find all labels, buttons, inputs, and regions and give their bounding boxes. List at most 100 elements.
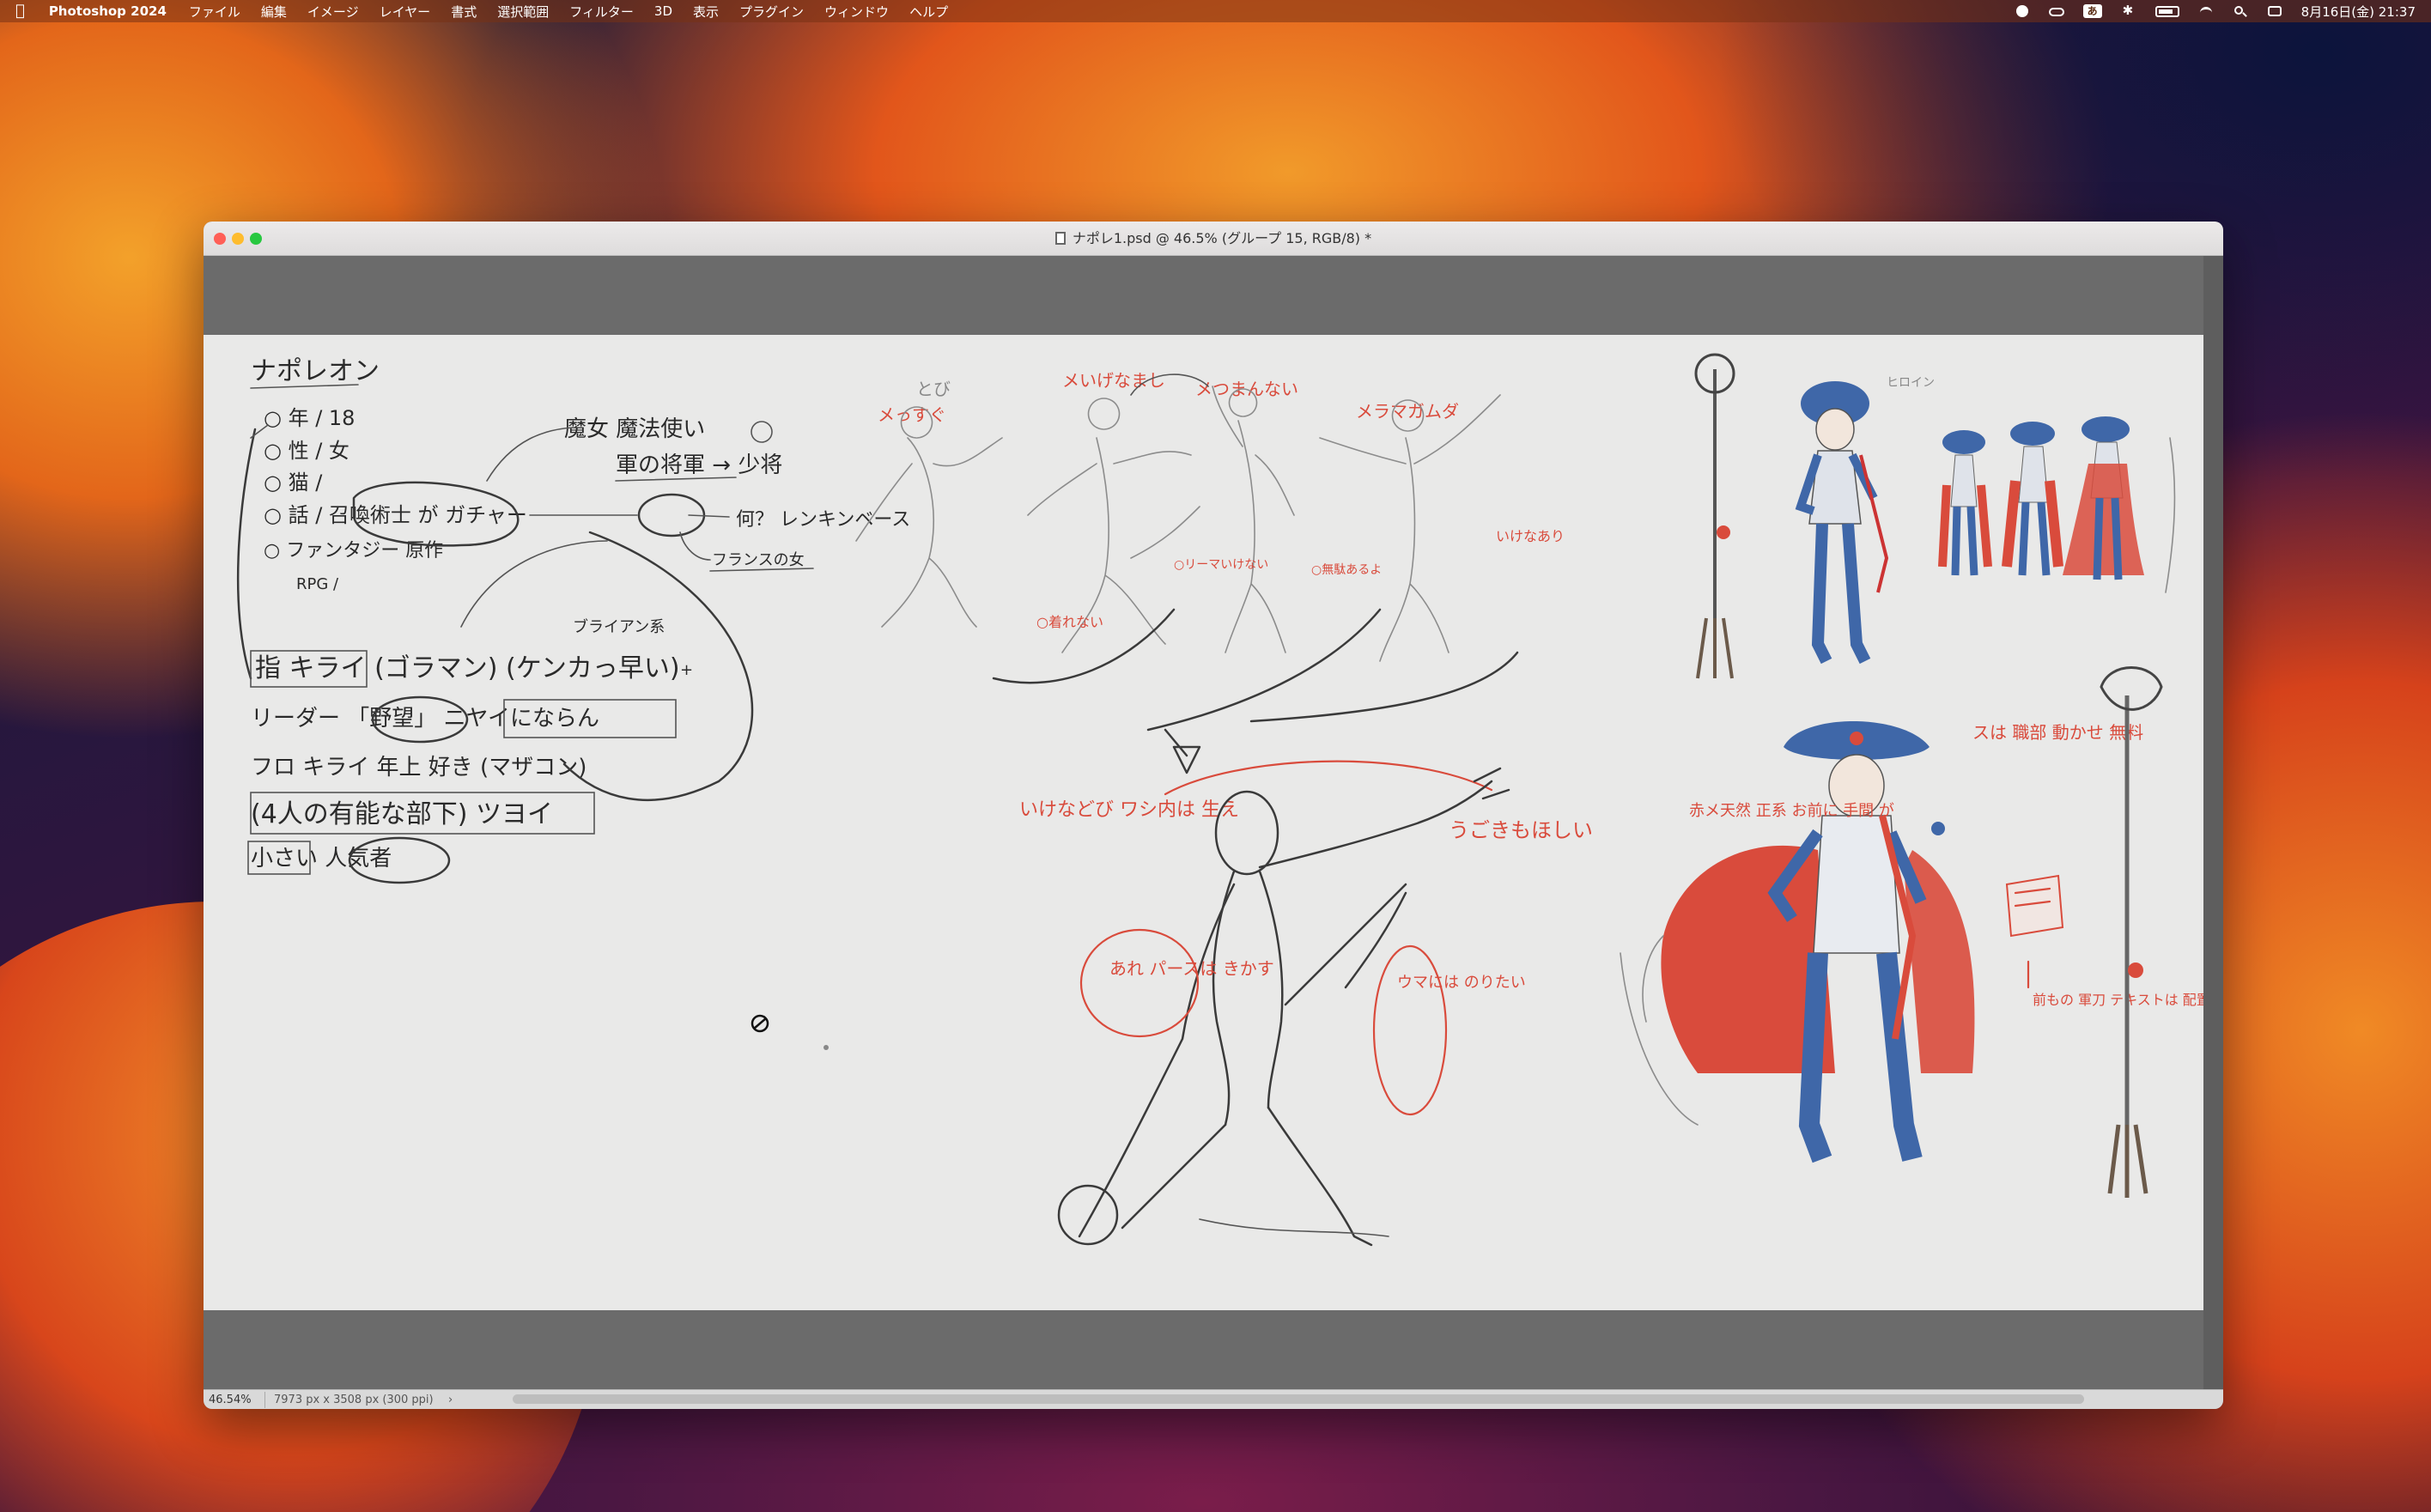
lineup-figures <box>1938 416 2176 593</box>
document-canvas[interactable]: .pen { fill: none; stroke: #3a3a3a; stro… <box>204 335 2203 1310</box>
staff-tassel-right <box>2107 1124 2148 1198</box>
document-title-text: ナポレ1.psd @ 46.5% (グループ 15, RGB/8) * <box>1072 230 1372 246</box>
menubar-clock[interactable]: 8月16日(金) 21:37 <box>2301 3 2416 21</box>
note-arrows <box>529 514 730 518</box>
note-block-1: 指 キライ (ゴラマン) (ケンカっ早い) <box>255 653 680 683</box>
screen-record-icon[interactable] <box>2015 5 2030 17</box>
note-link-france <box>679 531 711 561</box>
main-note-left: いけなどび ワシ内は 生え <box>1019 799 1239 821</box>
main-staff-line <box>1284 883 1407 1006</box>
menu-view[interactable]: 表示 <box>693 3 719 21</box>
char1-legs <box>1811 523 1871 665</box>
note-block-3: フロ キライ 年上 好き (マザコン) <box>251 755 586 780</box>
note-what: 何？ レンキンベース <box>736 509 910 531</box>
pose-figure-3 <box>1212 386 1295 653</box>
pasteboard-bottom <box>204 1310 2223 1389</box>
menu-layer[interactable]: レイヤー <box>380 3 431 21</box>
pose-thumbnails: メっすぐ とび メいげなまし メつまんない メラマガムダ ○着れない ○リーマい… <box>855 370 1565 774</box>
circle-note-right: ウマには のりたい <box>1397 974 1526 992</box>
note-small-circle <box>751 421 773 443</box>
thumb-note-a: ○着れない <box>1036 614 1103 630</box>
menu-type[interactable]: 書式 <box>451 3 477 21</box>
lineup1-hat <box>1942 430 1985 454</box>
main-red-circle-right <box>1372 944 1448 1116</box>
note-summon: ○ 話 / 召喚術士 が ガチャー <box>264 503 527 527</box>
notes-title: ナポレオン <box>251 356 380 386</box>
photoshop-document-window: ナポレ1.psd @ 46.5% (グループ 15, RGB/8) * .pen… <box>204 222 2223 1409</box>
staff-gem-right <box>2128 962 2143 978</box>
note-magic: 魔女 魔法使い <box>564 416 705 442</box>
note-line-3: ○ 猫 / <box>264 471 323 495</box>
bluetooth-icon[interactable] <box>2121 3 2136 18</box>
status-menu-arrow[interactable]: › <box>442 1394 459 1406</box>
staff-gem-top <box>1717 525 1730 539</box>
cursor-dot <box>824 1045 829 1050</box>
note-block-2: リーダー 「野望」 ニヤイにならん <box>251 706 599 732</box>
apple-menu-icon[interactable]:  <box>15 0 25 22</box>
lineup4-partial <box>2165 437 2176 593</box>
note-bracket-left <box>236 428 257 680</box>
arrow-from-pose-3 <box>1146 608 1382 732</box>
app-menu[interactable]: Photoshop 2024 <box>49 3 167 19</box>
spotlight-search-icon[interactable] <box>2233 5 2248 17</box>
note-sex: ○ 性 / 女 <box>264 439 349 463</box>
thumb-note-d: いけなあり <box>1496 528 1565 544</box>
main-red-arc <box>1164 760 1493 796</box>
note-small: ブライアン系 <box>573 617 665 636</box>
char1-note: ヒロイン <box>1887 376 1935 390</box>
note-block-4: (4人の有能な部下) ツヨイ <box>251 799 553 829</box>
char1-head <box>1815 408 1855 451</box>
note-link-magic <box>486 427 574 482</box>
horizontal-scrollbar[interactable] <box>513 1394 2084 1404</box>
lineup2-body <box>2018 446 2049 503</box>
status-area: あ 8月16日(金) 21:37 <box>2015 3 2416 21</box>
main-pose-sketch: いけなどび ワシ内は 生え うごきもほしい あれ パースは きかす ウマには の… <box>1019 760 1593 1247</box>
input-source-icon[interactable]: あ <box>2082 4 2102 18</box>
pose-label-2: メいげなまし <box>1062 370 1165 391</box>
control-center-icon[interactable] <box>2267 5 2282 17</box>
menu-image[interactable]: イメージ <box>307 3 359 21</box>
main-staff-orb <box>1057 1184 1119 1246</box>
menu-file[interactable]: ファイル <box>189 3 240 21</box>
lineup1-legs <box>1951 506 1978 576</box>
note-france: フランスの女 <box>712 551 805 569</box>
menu-window[interactable]: ウィンドウ <box>824 3 889 21</box>
lineup2-hat <box>2010 422 2055 446</box>
bigchar-note-right: スは 職部 動かせ 無料 <box>1972 722 2143 743</box>
bigchar-note-left: 赤メ天然 正系 お前に 手間 が <box>1689 802 1894 820</box>
menu-select[interactable]: 選択範囲 <box>497 3 549 21</box>
menu-help[interactable]: ヘルプ <box>909 3 948 21</box>
staff-head-right <box>2100 666 2163 711</box>
thumb-note-b: ○リーマいけない <box>1174 558 1268 572</box>
main-head <box>1214 790 1279 876</box>
document-title: ナポレ1.psd @ 46.5% (グループ 15, RGB/8) * <box>204 222 2223 256</box>
pose-label-to: とび <box>916 379 951 399</box>
menu-filter[interactable]: フィルター <box>569 3 634 21</box>
note-link-curve <box>460 540 608 628</box>
battery-icon[interactable] <box>2154 5 2179 17</box>
note-plus: + <box>680 661 693 679</box>
zoom-level-field[interactable]: 46.54% <box>204 1391 265 1408</box>
main-ground-line <box>1199 1218 1389 1237</box>
circle-note-left: あれ パースは きかす <box>1109 958 1274 979</box>
menu-3d[interactable]: 3D <box>654 3 672 19</box>
menu-plugins[interactable]: プラグイン <box>739 3 804 21</box>
note-block-5: 小さい 人気者 <box>251 846 392 871</box>
wifi-icon[interactable] <box>2198 5 2214 17</box>
document-info[interactable]: 7973 px x 3508 px (300 ppi) <box>265 1394 442 1406</box>
main-arm-staff <box>1078 883 1236 1238</box>
note-arrowhead <box>250 424 269 439</box>
arrow-from-pose-4 <box>1249 651 1519 723</box>
window-titlebar[interactable]: ナポレ1.psd @ 46.5% (グループ 15, RGB/8) * <box>204 222 2223 256</box>
psd-file-icon <box>1054 232 1066 245</box>
note-rpg: RPG / <box>296 575 339 593</box>
main-torso <box>1212 870 1284 1126</box>
pose-figure-4 <box>1319 394 1501 662</box>
creative-cloud-icon[interactable] <box>2048 5 2064 17</box>
thumb-note-c: ○無駄あるよ <box>1311 563 1382 577</box>
vertical-scrollbar-track[interactable] <box>2203 256 2223 1389</box>
menu-edit[interactable]: 編集 <box>261 3 287 21</box>
main-red-circle-left <box>1079 928 1200 1038</box>
main-legs <box>1121 1106 1373 1247</box>
status-bar: 46.54% 7973 px x 3508 px (300 ppi) › <box>204 1389 2223 1409</box>
